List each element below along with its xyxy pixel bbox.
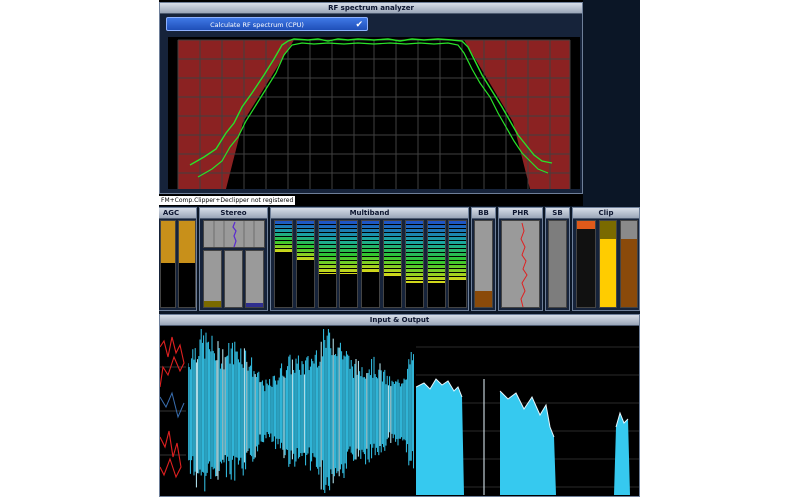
multiband-meter-2 — [295, 220, 315, 308]
sb-panel: SB — [545, 207, 570, 311]
calculate-button-label: Calculate RF spectrum (CPU) — [210, 21, 304, 29]
multiband-meter-7 — [404, 220, 424, 308]
output-spectrum — [416, 327, 639, 495]
output-waveform — [188, 327, 414, 495]
stereo-panel: Stereo — [199, 207, 268, 311]
bb-title: BB — [472, 208, 495, 219]
rf-spectrum-chart — [168, 37, 580, 189]
status-text: FM+Comp.Clipper+Declipper not registered — [159, 196, 296, 205]
multiband-meter-4 — [339, 220, 359, 308]
stereo-meter-right — [245, 250, 264, 308]
stereo-meter-mid — [224, 250, 243, 308]
bb-meter — [474, 220, 493, 308]
sb-meter — [548, 220, 567, 308]
sb-title: SB — [546, 208, 569, 219]
phr-trace — [520, 222, 528, 307]
multiband-meter-9 — [448, 220, 468, 308]
multiband-meter-3 — [317, 220, 337, 308]
clip-panel: Clip — [572, 207, 640, 311]
phr-panel: PHR — [498, 207, 543, 311]
output-spectrum-band-1 — [416, 379, 464, 495]
multiband-meter-6 — [383, 220, 402, 308]
agc-meter-2 — [178, 220, 196, 308]
bb-panel: BB — [471, 207, 496, 311]
background-fill — [583, 0, 640, 206]
multiband-meter-1 — [274, 220, 293, 308]
multiband-meter-5 — [361, 220, 381, 308]
multiband-meter-8 — [426, 220, 446, 308]
multiband-title: Multiband — [271, 208, 468, 219]
clip-title: Clip — [573, 208, 639, 219]
agc-title: AGC — [159, 208, 196, 219]
app-window: RF spectrum analyzer Calculate RF spectr… — [159, 0, 640, 497]
stereo-phase-meter — [203, 220, 265, 248]
calculate-rf-spectrum-button[interactable]: Calculate RF spectrum (CPU) ✔ — [166, 17, 368, 31]
check-icon: ✔ — [355, 20, 363, 30]
clip-meter-1 — [576, 220, 596, 308]
stereo-meter-left — [203, 250, 222, 308]
input-output-panel: Input & Output — [159, 314, 640, 497]
input-output-title: Input & Output — [160, 315, 639, 326]
rf-spectrum-panel: RF spectrum analyzer Calculate RF spectr… — [159, 2, 583, 194]
phr-meter — [501, 220, 540, 308]
input-scope — [160, 327, 186, 495]
agc-panel: AGC — [159, 207, 197, 311]
agc-meter-1 — [160, 220, 176, 308]
stereo-title: Stereo — [200, 208, 267, 219]
multiband-panel: Multiband — [270, 207, 469, 311]
phr-title: PHR — [499, 208, 542, 219]
clip-meter-2 — [599, 220, 617, 308]
rf-spectrum-title: RF spectrum analyzer — [160, 3, 582, 14]
clip-meter-3 — [620, 220, 638, 308]
